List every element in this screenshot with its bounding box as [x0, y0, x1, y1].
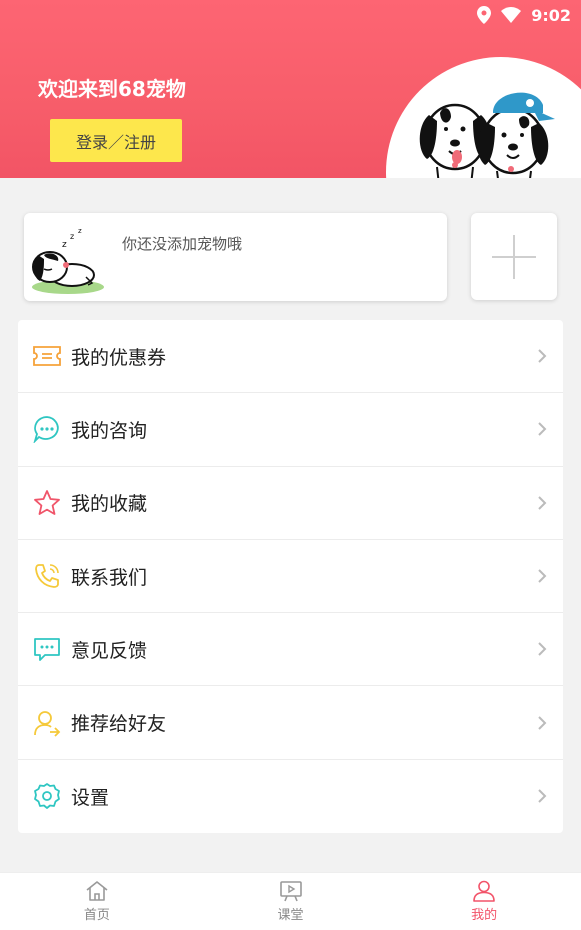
tab-label: 首页	[83, 908, 110, 923]
menu-item-label: 我的咨询	[71, 419, 148, 442]
tab-label: 我的	[471, 908, 498, 923]
feedback-icon	[32, 634, 62, 664]
chevron-right-icon	[538, 642, 547, 657]
menu-item-label: 我的优惠券	[71, 346, 167, 369]
menu-item-label: 联系我们	[71, 566, 148, 589]
status-time: 9:02	[531, 5, 571, 25]
bottom-tab-bar: 首页 课堂 我的	[0, 872, 581, 930]
login-register-button[interactable]: 登录／注册	[50, 119, 182, 162]
pet-card[interactable]: z z z 你还没添加宠物哦	[24, 213, 447, 301]
video-board-icon	[279, 881, 302, 902]
chevron-right-icon	[538, 789, 547, 804]
svg-text:z: z	[62, 240, 67, 250]
plus-icon	[492, 234, 536, 279]
chevron-right-icon	[538, 715, 547, 730]
menu-item-label: 设置	[71, 786, 110, 809]
menu-item-coupons[interactable]: 我的优惠券	[18, 320, 563, 394]
user-icon	[473, 880, 495, 902]
profile-menu: 我的优惠券 我的咨询 我的收藏 联系我们 意见反馈 推荐给好友 设置	[18, 320, 563, 833]
tab-label: 课堂	[277, 908, 304, 923]
tab-mine[interactable]: 我的	[387, 873, 581, 930]
add-pet-button[interactable]	[471, 213, 557, 300]
home-icon	[86, 881, 108, 901]
menu-item-label: 我的收藏	[71, 493, 148, 516]
phone-icon	[32, 561, 62, 591]
tab-classroom[interactable]: 课堂	[194, 873, 388, 930]
wifi-icon	[501, 7, 522, 23]
settings-icon	[32, 781, 62, 811]
location-icon	[477, 6, 492, 24]
no-pet-text: 你还没添加宠物哦	[122, 235, 243, 253]
dog-mascot-image	[419, 92, 555, 178]
user-share-icon	[32, 708, 62, 738]
sleeping-dog-image: z z z	[32, 227, 104, 294]
chevron-right-icon	[538, 569, 547, 583]
menu-item-label: 推荐给好友	[71, 713, 167, 736]
chevron-right-icon	[538, 496, 547, 510]
menu-item-favorites[interactable]: 我的收藏	[18, 467, 563, 540]
menu-item-settings[interactable]: 设置	[18, 760, 563, 833]
chat-bubble-icon	[32, 414, 62, 444]
tab-home[interactable]: 首页	[0, 873, 194, 930]
menu-item-feedback[interactable]: 意见反馈	[18, 613, 563, 687]
svg-text:z: z	[78, 227, 82, 235]
profile-header: 9:02 欢迎来到68宠物 登录／注册	[0, 0, 581, 178]
menu-item-label: 意见反馈	[71, 639, 148, 662]
menu-item-consultations[interactable]: 我的咨询	[18, 393, 563, 467]
status-bar: 9:02	[477, 4, 571, 26]
svg-text:z: z	[70, 232, 74, 241]
menu-item-share[interactable]: 推荐给好友	[18, 686, 563, 760]
welcome-title: 欢迎来到68宠物	[38, 77, 186, 101]
coupon-icon	[32, 341, 62, 371]
menu-item-contact-us[interactable]: 联系我们	[18, 540, 563, 614]
star-icon	[32, 488, 62, 518]
chevron-right-icon	[538, 349, 547, 363]
chevron-right-icon	[538, 422, 547, 437]
